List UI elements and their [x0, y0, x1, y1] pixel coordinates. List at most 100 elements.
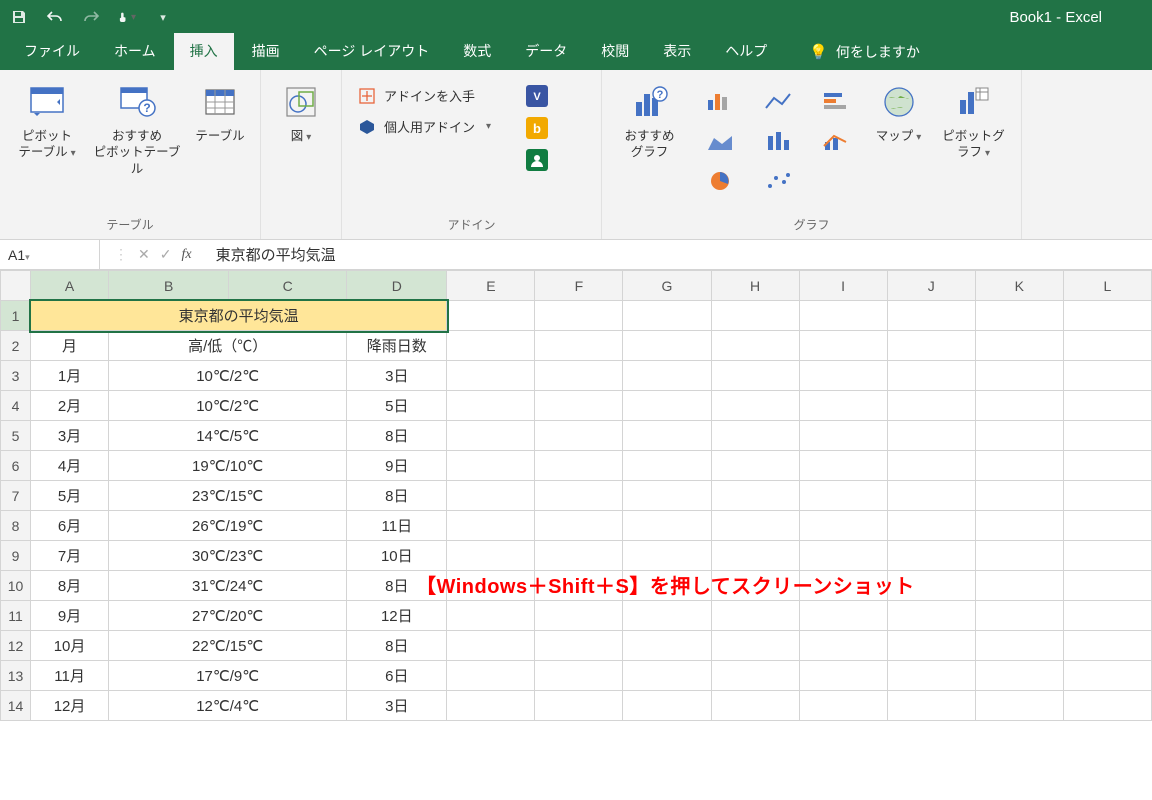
- cell[interactable]: [535, 421, 623, 451]
- col-header[interactable]: F: [535, 271, 623, 301]
- cell[interactable]: [799, 691, 887, 721]
- tab-review[interactable]: 校閲: [585, 33, 645, 70]
- stat-chart-icon[interactable]: [753, 124, 803, 158]
- cell[interactable]: [887, 541, 975, 571]
- cell[interactable]: [975, 631, 1063, 661]
- col-header[interactable]: L: [1063, 271, 1151, 301]
- row-header[interactable]: 12: [1, 631, 31, 661]
- cell[interactable]: [447, 451, 535, 481]
- get-addins-button[interactable]: アドインを入手: [358, 86, 491, 105]
- cell[interactable]: [447, 481, 535, 511]
- pivot-table-button[interactable]: ピボット テーブル: [10, 76, 84, 161]
- cell[interactable]: [447, 631, 535, 661]
- combo-chart-icon[interactable]: [811, 124, 861, 158]
- cell[interactable]: [711, 601, 799, 631]
- row-header[interactable]: 2: [1, 331, 31, 361]
- area-chart-icon[interactable]: [695, 124, 745, 158]
- cell[interactable]: [887, 691, 975, 721]
- cell[interactable]: [799, 421, 887, 451]
- cell[interactable]: [623, 541, 711, 571]
- cell[interactable]: [1063, 361, 1151, 391]
- cell[interactable]: [1063, 631, 1151, 661]
- name-box[interactable]: A1: [0, 240, 100, 269]
- cell[interactable]: [799, 661, 887, 691]
- tell-me-search[interactable]: 💡 何をしますか: [795, 34, 934, 70]
- cell[interactable]: [1063, 691, 1151, 721]
- cell[interactable]: [799, 301, 887, 331]
- col-header[interactable]: E: [447, 271, 535, 301]
- cell[interactable]: [1063, 541, 1151, 571]
- cell[interactable]: [799, 541, 887, 571]
- tab-help[interactable]: ヘルプ: [709, 33, 783, 70]
- tab-file[interactable]: ファイル: [8, 33, 96, 70]
- cell[interactable]: [887, 511, 975, 541]
- recommended-charts-button[interactable]: ? おすすめ グラフ: [613, 76, 687, 161]
- cell[interactable]: [711, 631, 799, 661]
- cell[interactable]: [711, 691, 799, 721]
- cell[interactable]: 19℃/10℃: [109, 451, 347, 481]
- line-chart-icon[interactable]: [753, 84, 803, 118]
- cell[interactable]: [1063, 391, 1151, 421]
- cell[interactable]: [623, 691, 711, 721]
- cell[interactable]: 22℃/15℃: [109, 631, 347, 661]
- cell[interactable]: 27℃/20℃: [109, 601, 347, 631]
- cell[interactable]: [535, 331, 623, 361]
- cell[interactable]: 6月: [31, 511, 109, 541]
- cell[interactable]: [887, 301, 975, 331]
- cell-title[interactable]: 東京都の平均気温: [31, 301, 447, 331]
- cell[interactable]: [799, 511, 887, 541]
- cell[interactable]: 4月: [31, 451, 109, 481]
- cell[interactable]: 7月: [31, 541, 109, 571]
- cell[interactable]: [623, 481, 711, 511]
- tab-insert[interactable]: 挿入: [174, 33, 234, 70]
- cell[interactable]: 11日: [347, 511, 447, 541]
- cell[interactable]: 3日: [347, 691, 447, 721]
- cell[interactable]: 降雨日数: [347, 331, 447, 361]
- cell[interactable]: 3日: [347, 361, 447, 391]
- cell[interactable]: [975, 541, 1063, 571]
- formula-input[interactable]: 東京都の平均気温: [206, 240, 1152, 269]
- people-addin-icon[interactable]: [525, 148, 549, 172]
- cell[interactable]: 10日: [347, 541, 447, 571]
- surface-chart-icon[interactable]: [811, 164, 861, 198]
- cell[interactable]: [447, 421, 535, 451]
- cell[interactable]: [975, 691, 1063, 721]
- undo-icon[interactable]: [46, 8, 64, 26]
- cell[interactable]: 3月: [31, 421, 109, 451]
- cell[interactable]: [711, 661, 799, 691]
- cell[interactable]: [975, 391, 1063, 421]
- cell[interactable]: 31℃/24℃: [109, 571, 347, 601]
- cell[interactable]: [535, 361, 623, 391]
- cell[interactable]: 26℃/19℃: [109, 511, 347, 541]
- tab-formulas[interactable]: 数式: [447, 33, 507, 70]
- cell[interactable]: [799, 361, 887, 391]
- cell[interactable]: 9月: [31, 601, 109, 631]
- qat-customize-icon[interactable]: ▾: [154, 8, 172, 26]
- cell[interactable]: [623, 631, 711, 661]
- cell[interactable]: [535, 541, 623, 571]
- col-header[interactable]: I: [799, 271, 887, 301]
- cell[interactable]: [535, 451, 623, 481]
- cell[interactable]: 12℃/4℃: [109, 691, 347, 721]
- cell[interactable]: [975, 451, 1063, 481]
- cell[interactable]: [623, 391, 711, 421]
- cell[interactable]: 10℃/2℃: [109, 361, 347, 391]
- map-chart-button[interactable]: マップ: [869, 76, 929, 144]
- cell[interactable]: 5月: [31, 481, 109, 511]
- cell[interactable]: [799, 451, 887, 481]
- cell[interactable]: 8日: [347, 481, 447, 511]
- visio-addin-icon[interactable]: V: [525, 84, 549, 108]
- cell[interactable]: 23℃/15℃: [109, 481, 347, 511]
- cell[interactable]: [535, 511, 623, 541]
- cell[interactable]: [623, 451, 711, 481]
- cell[interactable]: 14℃/5℃: [109, 421, 347, 451]
- cell[interactable]: [711, 331, 799, 361]
- cell[interactable]: [447, 661, 535, 691]
- col-header[interactable]: D: [347, 271, 447, 301]
- row-header[interactable]: 5: [1, 421, 31, 451]
- select-all-corner[interactable]: [1, 271, 31, 301]
- cell[interactable]: [623, 601, 711, 631]
- column-chart-icon[interactable]: [695, 84, 745, 118]
- cell[interactable]: [535, 601, 623, 631]
- cell[interactable]: 8日: [347, 421, 447, 451]
